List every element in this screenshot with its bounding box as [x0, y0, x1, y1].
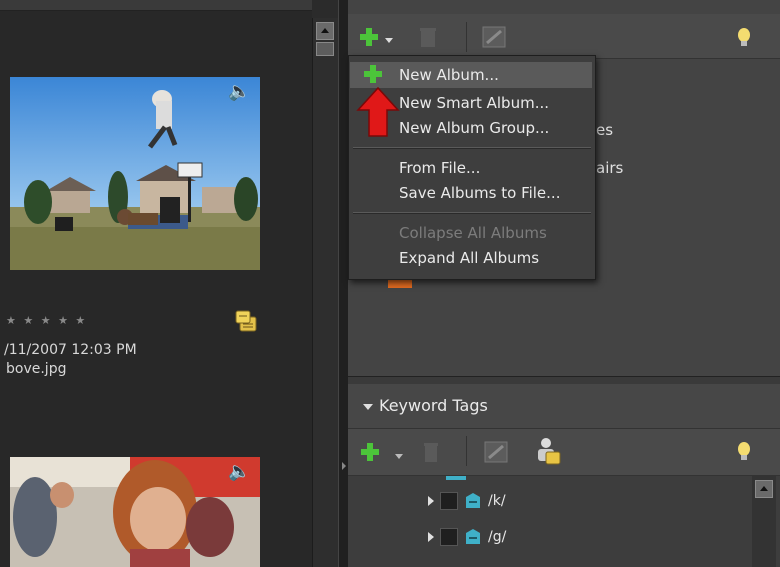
- add-keyword-dropdown-arrow-icon[interactable]: [394, 446, 404, 459]
- photo-browser-pane: 🔈 ★ ★ ★ ★ ★ /11/2007 12:03 PM bove.jpg 🔈: [0, 0, 312, 567]
- expand-triangle-icon[interactable]: [428, 532, 434, 542]
- toolbar-separator: [466, 22, 467, 52]
- keyword-checkbox[interactable]: [440, 528, 458, 546]
- scroll-up-button[interactable]: [316, 22, 334, 40]
- album-item-partial[interactable]: es: [596, 121, 613, 139]
- keyword-tag-label: /g/: [488, 529, 507, 545]
- menu-item-collapse-all-albums: Collapse All Albums: [399, 224, 547, 242]
- add-album-dropdown-arrow-icon[interactable]: [384, 30, 394, 43]
- keyword-toolbar: [348, 429, 780, 476]
- delete-trash-icon[interactable]: [418, 26, 438, 48]
- menu-separator: [353, 212, 591, 214]
- keyword-tag-icon: [466, 529, 480, 544]
- keyword-checkbox[interactable]: [440, 492, 458, 510]
- edit-pencil-icon[interactable]: [482, 26, 506, 48]
- keyword-tag-row[interactable]: /k/: [428, 492, 506, 510]
- expand-triangle-icon[interactable]: [428, 496, 434, 506]
- audio-speaker-icon[interactable]: 🔈: [228, 461, 250, 482]
- menu-plus-icon: [363, 64, 383, 84]
- menu-item-expand-all-albums[interactable]: Expand All Albums: [399, 249, 539, 267]
- menu-item-from-file[interactable]: From File...: [399, 159, 480, 177]
- album-item-partial[interactable]: airs: [596, 159, 623, 177]
- keyword-tag-row[interactable]: /g/: [428, 528, 506, 546]
- photo-date: /11/2007 12:03 PM: [4, 342, 137, 358]
- tag-icon-partial: [446, 476, 466, 480]
- delete-keyword-trash-icon[interactable]: [422, 441, 440, 463]
- scroll-thumb[interactable]: [316, 42, 334, 56]
- add-keyword-plus-icon[interactable]: [360, 442, 380, 462]
- photo-browser-topbar: [0, 0, 312, 11]
- keyword-tag-indicator-icon: [234, 307, 260, 337]
- rating-stars[interactable]: ★ ★ ★ ★ ★: [6, 314, 87, 327]
- keyword-tree-scrollbar[interactable]: [752, 476, 776, 567]
- keyword-tags-title: Keyword Tags: [379, 396, 488, 415]
- photo-thumbnail-cafe[interactable]: 🔈: [10, 457, 260, 567]
- photo-filename: bove.jpg: [6, 361, 67, 377]
- photo-thumbnail-jump[interactable]: 🔈: [10, 77, 260, 270]
- menu-item-new-album-group[interactable]: New Album Group...: [399, 119, 549, 137]
- tip-lightbulb-icon[interactable]: [734, 26, 754, 50]
- edit-keyword-pencil-icon[interactable]: [484, 441, 508, 463]
- menu-separator: [353, 147, 591, 149]
- add-album-plus-icon[interactable]: [358, 26, 380, 48]
- keyword-tag-icon: [466, 493, 480, 508]
- tag-person-icon[interactable]: [532, 436, 562, 466]
- toolbar-separator: [466, 436, 467, 466]
- menu-item-save-albums-to-file[interactable]: Save Albums to File...: [399, 184, 560, 202]
- red-pointer-arrow-icon: [356, 86, 400, 138]
- keyword-tag-label: /k/: [488, 493, 506, 509]
- keyword-tags-header[interactable]: Keyword Tags: [348, 384, 780, 429]
- keyword-tip-lightbulb-icon[interactable]: [734, 440, 754, 464]
- keyword-scroll-up-button[interactable]: [755, 480, 773, 498]
- menu-item-new-album[interactable]: New Album...: [399, 66, 499, 84]
- albums-toolbar: [348, 14, 780, 59]
- menu-item-new-smart-album[interactable]: New Smart Album...: [399, 94, 549, 112]
- photo-browser-scrollbar[interactable]: [312, 18, 339, 567]
- keyword-tree: /k/ /g/: [348, 476, 780, 567]
- audio-speaker-icon[interactable]: 🔈: [228, 81, 250, 102]
